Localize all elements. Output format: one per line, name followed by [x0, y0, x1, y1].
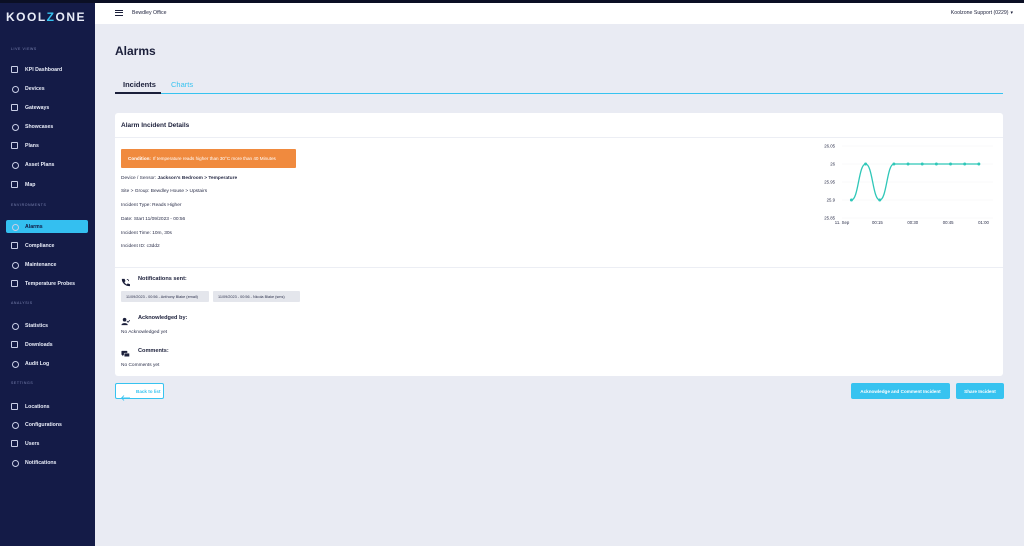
card-title: Alarm Incident Details — [121, 122, 190, 129]
sidebar-item-audit-log[interactable]: Audit Log — [6, 357, 88, 370]
condition-text: If temperature reads higher than 30°C mo… — [152, 156, 276, 161]
sidebar-item-locations[interactable]: Locations — [6, 400, 88, 413]
location-icon — [11, 403, 18, 410]
plans-icon — [11, 142, 18, 149]
detail-incident-time: Incident Time: 10m, 30s — [121, 231, 172, 236]
chart-point[interactable] — [920, 162, 924, 166]
page-title: Alarms — [115, 44, 156, 58]
sidebar-item-plans[interactable]: Plans — [6, 139, 88, 152]
wifi-icon — [11, 261, 19, 269]
chart-point[interactable] — [892, 162, 896, 166]
condition-label: Condition: — [128, 156, 151, 161]
dashboard-icon — [11, 66, 18, 73]
sidebar-item-asset-plans[interactable]: Asset Plans — [6, 158, 88, 171]
chart-y-tick-label: 26.05 — [824, 144, 835, 149]
probe-icon — [11, 280, 18, 287]
comments-heading: Comments: — [121, 346, 169, 358]
notification-chip: 11/09/2023 - 00:56 - Nicola Blake (sms) — [213, 291, 300, 302]
sidebar-item-maintenance[interactable]: Maintenance — [6, 258, 88, 271]
sidebar-item-compliance[interactable]: Compliance — [6, 239, 88, 252]
tab-bar: Incidents Charts — [115, 80, 1003, 94]
sidebar-item-alarms[interactable]: Alarms — [6, 220, 88, 233]
compliance-icon — [11, 242, 18, 249]
sidebar-item-users[interactable]: Users — [6, 437, 88, 450]
gear-icon — [11, 421, 19, 429]
incident-card: Alarm Incident Details Condition: If tem… — [115, 113, 1003, 376]
chart-x-tick-label: 00:45 — [943, 220, 954, 225]
phone-icon — [121, 274, 130, 287]
section-label-settings: SETTINGS — [11, 381, 34, 385]
sidebar-item-gateways[interactable]: Gateways — [6, 101, 88, 114]
sidebar: KOOLZONE LIVE VIEWS ENVIRONMENTS ANALYSI… — [0, 3, 95, 546]
notifications-heading: Notifications sent: — [121, 274, 187, 287]
download-icon — [11, 341, 18, 348]
chart-point[interactable] — [906, 162, 910, 166]
chart-point[interactable] — [849, 198, 853, 202]
showcase-icon — [11, 123, 19, 131]
chart-point[interactable] — [977, 162, 981, 166]
users-icon — [11, 440, 18, 447]
sidebar-item-configurations[interactable]: Configurations — [6, 418, 88, 431]
chart-x-tick-label: 00:30 — [907, 220, 918, 225]
chart-x-tick-label: 11. Sep — [835, 220, 850, 225]
chart-x-tick-label: 00:15 — [872, 220, 883, 225]
chart-y-tick-label: 25.95 — [824, 180, 835, 185]
sidebar-item-temperature-probes[interactable]: Temperature Probes — [6, 277, 88, 290]
comments-text: No Comments yet — [121, 363, 160, 368]
detail-incident-type: Incident Type: Reads Higher — [121, 203, 182, 208]
tab-incidents[interactable]: Incidents — [115, 80, 161, 94]
sidebar-item-kpi-dashboard[interactable]: KPI Dashboard — [6, 63, 88, 76]
topbar: Bewdley Office Koolzone Support (0229) — [95, 3, 1024, 24]
menu-icon[interactable] — [115, 10, 123, 16]
section-label-environments: ENVIRONMENTS — [11, 203, 47, 207]
sidebar-item-devices[interactable]: Devices — [6, 82, 88, 95]
sidebar-item-downloads[interactable]: Downloads — [6, 338, 88, 351]
user-check-icon — [121, 313, 131, 326]
section-label-live-views: LIVE VIEWS — [11, 47, 37, 51]
bell-icon — [11, 223, 19, 231]
tab-charts[interactable]: Charts — [163, 80, 203, 94]
statistics-icon — [11, 322, 19, 330]
map-icon — [11, 181, 18, 188]
notification-icon — [11, 459, 19, 467]
detail-site-group: Site > Group: Bewdley House > Upstairs — [121, 189, 208, 194]
sidebar-item-map[interactable]: Map — [6, 178, 88, 191]
divider — [115, 267, 1003, 268]
detail-device: Device / Sensor: Jackson's Bedroom > Tem… — [121, 176, 238, 181]
audit-log-icon — [11, 360, 19, 368]
device-icon — [11, 85, 19, 93]
comments-icon — [121, 346, 130, 358]
detail-date: Date: Start 11/09/2023 - 00:56 — [121, 217, 186, 222]
sidebar-item-showcases[interactable]: Showcases — [6, 120, 88, 133]
chart-x-tick-label: 01:00 — [978, 220, 989, 225]
temperature-chart: 25.8525.925.952626.0511. Sep 00:15 00:30 00… — [824, 144, 993, 225]
detail-incident-id: Incident ID: c3dd2 — [121, 244, 160, 249]
acknowledge-comment-button[interactable]: Acknowledge and Comment Incident — [851, 383, 950, 399]
chart-point[interactable] — [949, 162, 953, 166]
chart-point[interactable] — [963, 162, 967, 166]
chart-y-tick-label: 25.9 — [827, 198, 836, 203]
acknowledged-heading: Acknowledged by: — [121, 313, 187, 326]
site-selector[interactable]: Bewdley Office — [132, 10, 167, 16]
section-label-analysis: ANALYSIS — [11, 301, 33, 305]
koolzone-logo[interactable]: KOOLZONE — [6, 10, 86, 24]
chart-point[interactable] — [864, 162, 868, 166]
condition-banner: Condition: If temperature reads higher t… — [121, 149, 296, 168]
chart-point[interactable] — [878, 198, 882, 202]
notification-chip: 11/09/2023 - 00:56 - Anthony Blake (emai… — [121, 291, 209, 302]
sidebar-item-notifications[interactable]: Notifications — [6, 456, 88, 469]
back-to-list-button[interactable]: Back to list — [115, 383, 164, 401]
chart-point[interactable] — [934, 162, 938, 166]
user-menu[interactable]: Koolzone Support (0229) — [951, 10, 1013, 16]
asset-plans-icon — [11, 161, 19, 169]
acknowledged-text: No Acknowledged yet — [121, 330, 168, 335]
arrow-left-icon — [120, 388, 130, 401]
sidebar-item-statistics[interactable]: Statistics — [6, 319, 88, 332]
share-incident-button[interactable]: Share Incident — [956, 383, 1004, 399]
gateway-icon — [11, 104, 18, 111]
chart-y-tick-label: 26 — [830, 162, 835, 167]
